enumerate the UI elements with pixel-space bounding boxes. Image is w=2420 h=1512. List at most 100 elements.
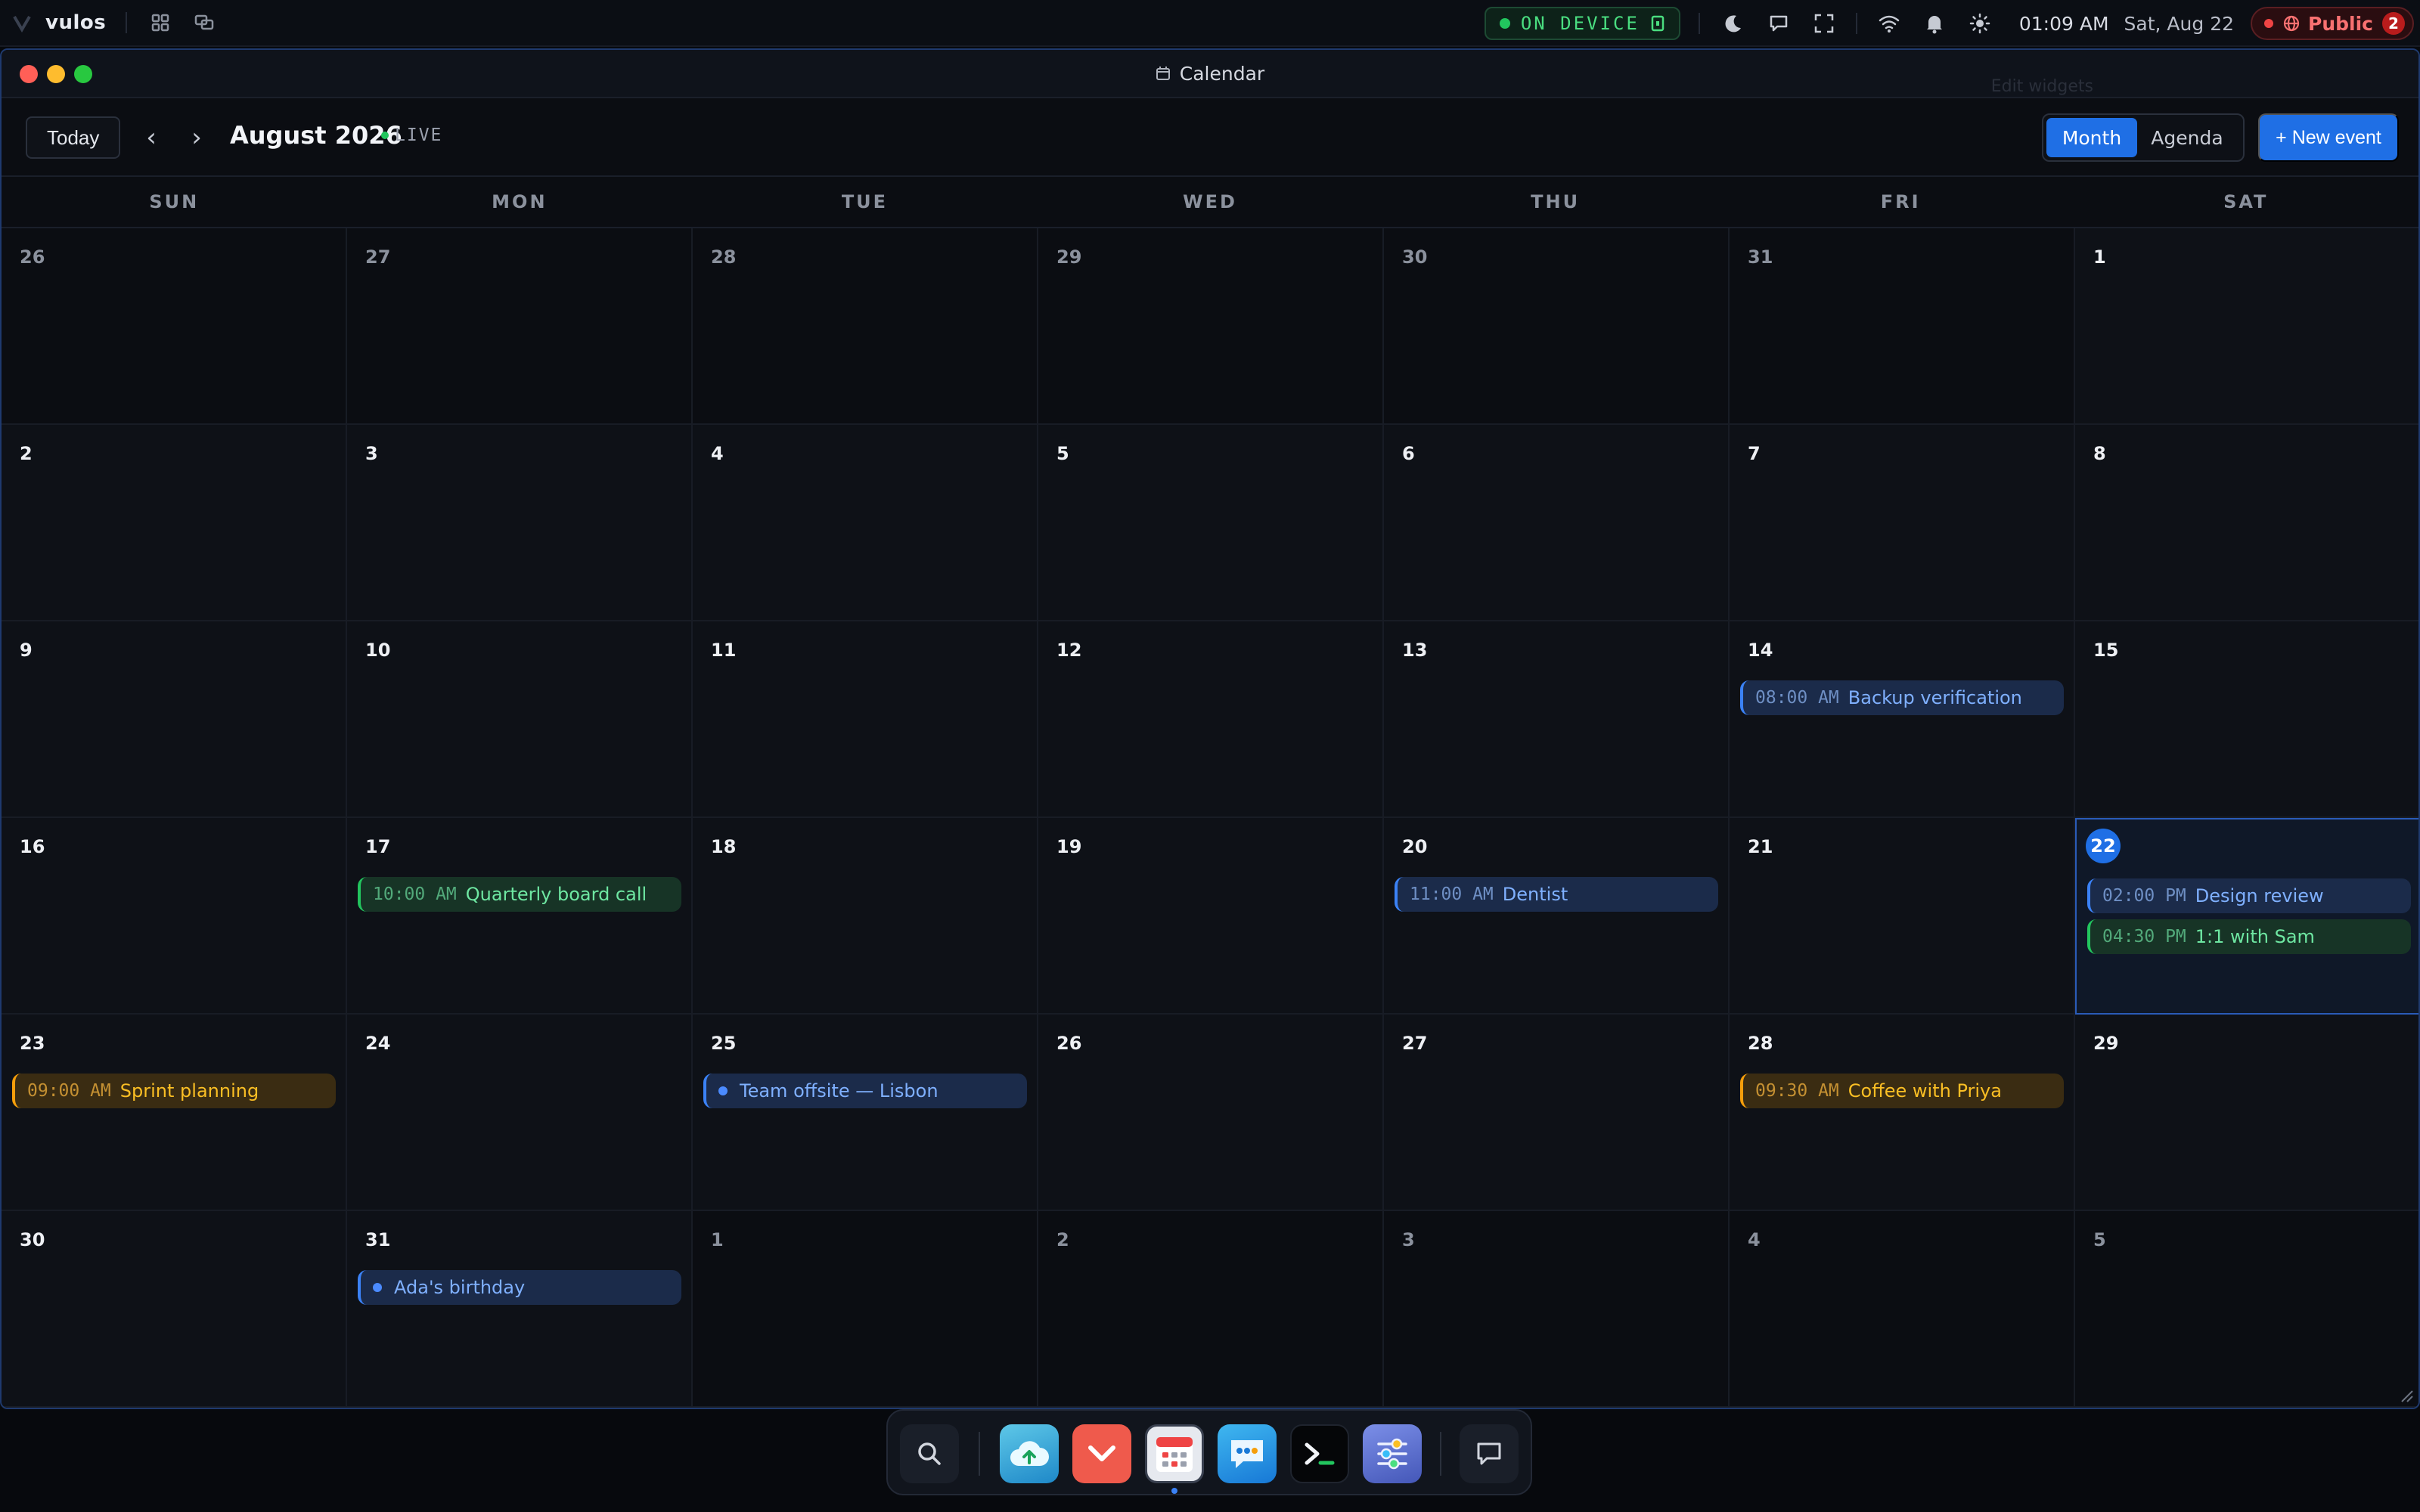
clock[interactable]: 01:09 AM <box>2019 13 2109 35</box>
pocket-icon[interactable] <box>1072 1424 1131 1483</box>
on-device-status[interactable]: ON DEVICE <box>1484 7 1680 40</box>
public-label: Public <box>2308 12 2373 35</box>
brightness-icon[interactable] <box>1966 10 1993 37</box>
event-chip[interactable]: 08:00 AM Backup verification <box>1740 680 2064 715</box>
cloud-upload-icon[interactable] <box>1000 1424 1059 1483</box>
event-chip[interactable]: 09:00 AM Sprint planning <box>12 1074 336 1108</box>
day-cell[interactable]: 21 <box>1730 818 2075 1015</box>
day-cell[interactable]: 28 <box>693 228 1038 425</box>
day-cell[interactable]: 4 <box>1730 1211 2075 1408</box>
event-title: Team offsite — Lisbon <box>740 1080 939 1101</box>
prev-month-button[interactable]: ‹ <box>135 116 168 159</box>
day-cell[interactable]: 3 <box>347 425 693 621</box>
resize-handle-icon[interactable] <box>2397 1387 2414 1403</box>
edit-widgets-hint[interactable]: Edit widgets <box>1991 77 2093 96</box>
all-day-event-chip[interactable]: Team offsite — Lisbon <box>703 1074 1027 1108</box>
view-month-button[interactable]: Month <box>2046 118 2137 157</box>
messages-icon[interactable] <box>1218 1424 1277 1483</box>
day-cell[interactable]: 30 <box>1384 228 1730 425</box>
day-cell[interactable]: 27 <box>347 228 693 425</box>
day-cell[interactable]: 9 <box>2 621 347 818</box>
dock-divider <box>979 1432 980 1476</box>
day-cell[interactable]: 7 <box>1730 425 2075 621</box>
day-cell[interactable]: 4 <box>693 425 1038 621</box>
day-cell[interactable]: 15 <box>2075 621 2418 818</box>
day-cell[interactable]: 17 10:00 AM Quarterly board call <box>347 818 693 1015</box>
day-cell[interactable]: 29 <box>2075 1015 2418 1211</box>
day-cell[interactable]: 13 <box>1384 621 1730 818</box>
day-cell[interactable]: 27 <box>1384 1015 1730 1211</box>
chat-icon[interactable] <box>1460 1424 1519 1483</box>
event-chip[interactable]: 02:00 PM Design review <box>2087 878 2411 913</box>
day-cell[interactable]: 19 <box>1038 818 1384 1015</box>
public-count-badge: 2 <box>2382 12 2405 35</box>
bell-icon[interactable] <box>1921 10 1948 37</box>
day-cell[interactable]: 18 <box>693 818 1038 1015</box>
date-number: 17 <box>365 836 391 857</box>
day-cell[interactable]: 23 09:00 AM Sprint planning <box>2 1015 347 1211</box>
event-time: 11:00 AM <box>1410 885 1494 904</box>
day-cell[interactable]: 31 <box>1730 228 2075 425</box>
date-number: 2 <box>1056 1229 1069 1250</box>
date-number: 30 <box>1402 246 1428 268</box>
terminal-icon[interactable] <box>1290 1424 1349 1483</box>
window-titlebar[interactable]: Calendar Edit widgets <box>2 50 2418 98</box>
day-cell[interactable]: 28 09:30 AM Coffee with Priya <box>1730 1015 2075 1211</box>
public-share-button[interactable]: Public 2 <box>2251 7 2414 40</box>
event-chip[interactable]: 04:30 PM 1:1 with Sam <box>2087 919 2411 954</box>
day-cell[interactable]: 31 Ada's birthday <box>347 1211 693 1408</box>
day-cell[interactable]: 1 <box>2075 228 2418 425</box>
today-button[interactable]: Today <box>26 116 121 159</box>
moon-icon[interactable] <box>1720 10 1747 37</box>
date-number: 10 <box>365 640 391 661</box>
day-cell[interactable]: 24 <box>347 1015 693 1211</box>
window-controls <box>20 65 101 83</box>
day-cell[interactable]: 5 <box>2075 1211 2418 1408</box>
apps-grid-icon[interactable] <box>147 9 174 36</box>
day-cell[interactable]: 12 <box>1038 621 1384 818</box>
calendar-icon[interactable] <box>1145 1424 1204 1483</box>
search-icon[interactable] <box>900 1424 959 1483</box>
windows-switch-icon[interactable] <box>191 9 218 36</box>
event-chip[interactable]: 11:00 AM Dentist <box>1395 877 1718 912</box>
chip-icon <box>1651 15 1665 32</box>
minimize-window-button[interactable] <box>47 65 65 83</box>
day-cell[interactable]: 2 <box>2 425 347 621</box>
day-cell[interactable]: 11 <box>693 621 1038 818</box>
settings-sliders-icon[interactable] <box>1363 1424 1422 1483</box>
day-cell[interactable]: 5 <box>1038 425 1384 621</box>
date-number: 11 <box>711 640 737 661</box>
date-display[interactable]: Sat, Aug 22 <box>2124 13 2234 35</box>
fullscreen-icon[interactable] <box>1810 10 1838 37</box>
maximize-window-button[interactable] <box>74 65 92 83</box>
day-cell[interactable]: 26 <box>2 228 347 425</box>
day-cell[interactable]: 10 <box>347 621 693 818</box>
day-cell[interactable]: 8 <box>2075 425 2418 621</box>
event-title: 1:1 with Sam <box>2195 926 2315 947</box>
message-icon[interactable] <box>1765 10 1792 37</box>
day-cell[interactable]: 26 <box>1038 1015 1384 1211</box>
wifi-icon[interactable] <box>1876 10 1903 37</box>
live-dot-icon <box>381 132 389 139</box>
day-cell[interactable]: 25 Team offsite — Lisbon <box>693 1015 1038 1211</box>
live-label: LIVE <box>395 125 443 145</box>
next-month-button[interactable]: › <box>180 116 213 159</box>
day-cell[interactable]: 14 08:00 AM Backup verification <box>1730 621 2075 818</box>
day-cell[interactable]: 16 <box>2 818 347 1015</box>
day-cell[interactable]: 29 <box>1038 228 1384 425</box>
event-chip[interactable]: 10:00 AM Quarterly board call <box>358 877 681 912</box>
new-event-button[interactable]: + New event <box>2258 113 2399 162</box>
weekday-label: TUE <box>841 191 889 212</box>
date-number: 13 <box>1402 640 1428 661</box>
day-cell[interactable]: 1 <box>693 1211 1038 1408</box>
day-cell[interactable]: 6 <box>1384 425 1730 621</box>
day-cell[interactable]: 2 <box>1038 1211 1384 1408</box>
day-cell[interactable]: 3 <box>1384 1211 1730 1408</box>
event-chip[interactable]: 09:30 AM Coffee with Priya <box>1740 1074 2064 1108</box>
all-day-event-chip[interactable]: Ada's birthday <box>358 1270 681 1305</box>
day-cell[interactable]: 20 11:00 AM Dentist <box>1384 818 1730 1015</box>
view-agenda-button[interactable]: Agenda <box>2137 118 2237 157</box>
close-window-button[interactable] <box>20 65 38 83</box>
day-cell[interactable]: 30 <box>2 1211 347 1408</box>
day-cell-today[interactable]: 22 02:00 PM Design review 04:30 PM 1:1 with … <box>2075 818 2418 1015</box>
